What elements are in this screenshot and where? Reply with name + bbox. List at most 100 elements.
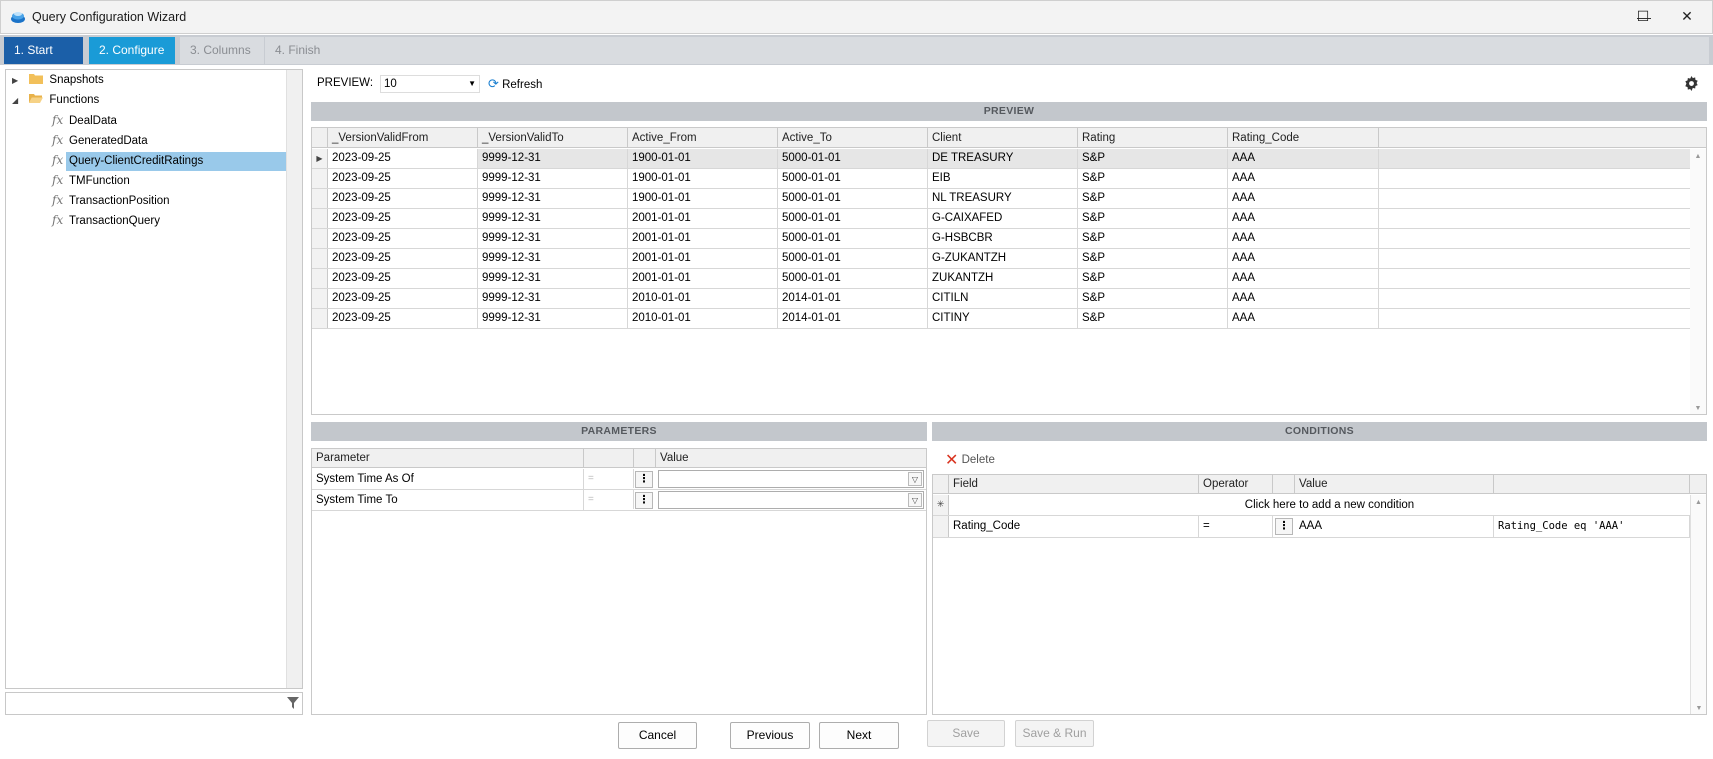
table-cell[interactable]: ZUKANTZH	[928, 269, 1078, 288]
table-cell[interactable]: 9999-12-31	[478, 229, 628, 248]
row-indicator[interactable]	[312, 249, 328, 268]
table-cell[interactable]: AAA	[1228, 229, 1379, 248]
tree-item-transactionposition[interactable]: fx TransactionPosition	[52, 191, 173, 210]
column-header[interactable]: Active_From	[628, 128, 778, 148]
table-cell[interactable]: S&P	[1078, 169, 1228, 188]
table-row[interactable]: 2023-09-25 9999-12-31 1900-01-01 5000-01-01…	[312, 189, 1690, 209]
column-header[interactable]: Rating	[1078, 128, 1228, 148]
table-cell[interactable]: AAA	[1228, 269, 1379, 288]
table-cell[interactable]: 2023-09-25	[328, 309, 478, 328]
close-button[interactable]: ✕	[1664, 0, 1710, 32]
table-cell[interactable]: 2023-09-25	[328, 249, 478, 268]
conditions-scrollbar[interactable]: ▲ ▼	[1690, 495, 1706, 714]
table-cell[interactable]: 2023-09-25	[328, 189, 478, 208]
preview-rows-select[interactable]: 10 ▼	[380, 75, 480, 93]
table-cell[interactable]: 2023-09-25	[328, 169, 478, 188]
filter-icon[interactable]	[287, 697, 299, 709]
table-cell[interactable]: 2023-09-25	[328, 289, 478, 308]
row-indicator[interactable]	[312, 209, 328, 228]
table-cell[interactable]: 2023-09-25	[328, 269, 478, 288]
condition-options-button[interactable]: ⋮	[1275, 518, 1293, 535]
table-row[interactable]: ▶ 2023-09-25 9999-12-31 1900-01-01 5000-01-0…	[312, 149, 1690, 169]
table-cell[interactable]: 9999-12-31	[478, 249, 628, 268]
table-cell[interactable]: S&P	[1078, 269, 1228, 288]
row-indicator[interactable]	[312, 289, 328, 308]
table-cell[interactable]: S&P	[1078, 209, 1228, 228]
row-indicator[interactable]	[312, 189, 328, 208]
table-cell[interactable]: EIB	[928, 169, 1078, 188]
table-cell[interactable]: 2010-01-01	[628, 309, 778, 328]
table-cell[interactable]: 5000-01-01	[778, 189, 928, 208]
preview-scrollbar[interactable]: ▲ ▼	[1690, 149, 1706, 414]
step-columns[interactable]: 3. Columns	[180, 37, 264, 64]
scroll-up-icon[interactable]: ▲	[1691, 499, 1706, 506]
table-cell[interactable]: 2001-01-01	[628, 269, 778, 288]
tree-folder-snapshots[interactable]: ▶ Snapshots	[12, 71, 107, 90]
table-cell[interactable]: S&P	[1078, 249, 1228, 268]
column-header[interactable]: _VersionValidTo	[478, 128, 628, 148]
table-cell[interactable]: G-HSBCBR	[928, 229, 1078, 248]
tree-item-dealdata[interactable]: fx DealData	[52, 111, 120, 130]
add-condition-prompt[interactable]: Click here to add a new condition	[949, 495, 1706, 515]
table-cell[interactable]: S&P	[1078, 229, 1228, 248]
expand-arrow-icon[interactable]: ▶	[12, 71, 26, 90]
scroll-up-icon[interactable]: ▲	[1690, 153, 1706, 160]
table-row[interactable]: 2023-09-25 9999-12-31 1900-01-01 5000-01-01…	[312, 169, 1690, 189]
row-indicator[interactable]	[312, 269, 328, 288]
table-cell[interactable]: 2001-01-01	[628, 249, 778, 268]
table-cell[interactable]: 2014-01-01	[778, 289, 928, 308]
table-cell[interactable]: CITILN	[928, 289, 1078, 308]
save-run-button[interactable]: Save & Run	[1015, 720, 1094, 747]
table-cell[interactable]: S&P	[1078, 289, 1228, 308]
table-row[interactable]: 2023-09-25 9999-12-31 2001-01-01 5000-01-01…	[312, 229, 1690, 249]
tree-item-transactionquery[interactable]: fx TransactionQuery	[52, 211, 163, 230]
next-button[interactable]: Next	[819, 722, 899, 749]
table-cell[interactable]: 1900-01-01	[628, 149, 778, 168]
table-cell[interactable]: 2001-01-01	[628, 209, 778, 228]
table-cell[interactable]: 5000-01-01	[778, 169, 928, 188]
table-cell[interactable]: 9999-12-31	[478, 189, 628, 208]
table-cell[interactable]: 1900-01-01	[628, 189, 778, 208]
table-cell[interactable]: 2010-01-01	[628, 289, 778, 308]
table-cell[interactable]: CITINY	[928, 309, 1078, 328]
collapse-arrow-icon[interactable]: ◢	[12, 91, 26, 110]
condition-row[interactable]: Rating_Code = ⋮ AAA Rating_Code eq 'AAA'	[933, 516, 1706, 538]
table-cell[interactable]: 2023-09-25	[328, 229, 478, 248]
table-cell[interactable]: 1900-01-01	[628, 169, 778, 188]
table-cell[interactable]: 5000-01-01	[778, 229, 928, 248]
step-finish[interactable]: 4. Finish	[265, 37, 1709, 64]
maximize-button[interactable]: ☐	[1620, 0, 1666, 32]
table-cell[interactable]: AAA	[1228, 189, 1379, 208]
parameter-options-button[interactable]: ⋮	[635, 471, 653, 488]
table-row[interactable]: 2023-09-25 9999-12-31 2001-01-01 5000-01-01…	[312, 249, 1690, 269]
save-button[interactable]: Save	[927, 720, 1005, 747]
table-cell[interactable]: 2014-01-01	[778, 309, 928, 328]
table-row[interactable]: 2023-09-25 9999-12-31 2010-01-01 2014-01-01…	[312, 309, 1690, 329]
table-cell[interactable]: 9999-12-31	[478, 149, 628, 168]
table-cell[interactable]: S&P	[1078, 309, 1228, 328]
table-cell[interactable]: AAA	[1228, 249, 1379, 268]
tree-item-query-clientcreditratings[interactable]: fx Query-ClientCreditRatings	[52, 151, 286, 171]
cancel-button[interactable]: Cancel	[618, 722, 697, 749]
delete-button[interactable]: ✕ Delete	[945, 450, 995, 470]
scroll-down-icon[interactable]: ▼	[1691, 705, 1707, 712]
row-indicator[interactable]	[312, 229, 328, 248]
table-cell[interactable]: DE TREASURY	[928, 149, 1078, 168]
table-cell[interactable]: 9999-12-31	[478, 209, 628, 228]
table-cell[interactable]: 9999-12-31	[478, 269, 628, 288]
table-cell[interactable]: NL TREASURY	[928, 189, 1078, 208]
parameter-value-dropdown[interactable]: ▽	[658, 491, 924, 509]
tree-item-generateddata[interactable]: fx GeneratedData	[52, 131, 151, 150]
table-cell[interactable]: 9999-12-31	[478, 169, 628, 188]
table-row[interactable]: 2023-09-25 9999-12-31 2001-01-01 5000-01-01…	[312, 209, 1690, 229]
parameter-options-button[interactable]: ⋮	[635, 492, 653, 509]
table-cell[interactable]: AAA	[1228, 209, 1379, 228]
step-configure[interactable]: 2. Configure	[89, 37, 175, 64]
scroll-down-icon[interactable]: ▼	[1690, 405, 1706, 412]
step-start[interactable]: 1. Start	[4, 37, 83, 64]
table-cell[interactable]: 9999-12-31	[478, 309, 628, 328]
refresh-button[interactable]: ⟳ Refresh	[488, 76, 542, 92]
column-header[interactable]: _VersionValidFrom	[328, 128, 478, 148]
tree-folder-functions[interactable]: ◢ Functions	[12, 91, 102, 110]
table-cell[interactable]: 5000-01-01	[778, 149, 928, 168]
